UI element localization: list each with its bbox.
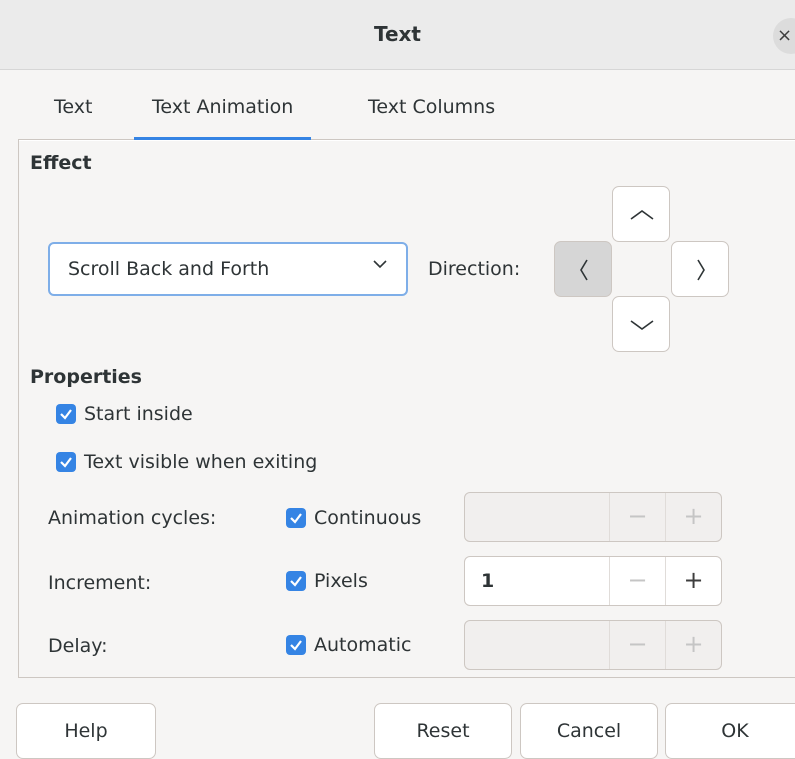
minus-icon[interactable]: −	[609, 493, 665, 541]
automatic-label: Automatic	[314, 634, 412, 656]
tab-text[interactable]: Text	[54, 96, 92, 118]
properties-heading: Properties	[30, 366, 142, 388]
plus-icon[interactable]: +	[665, 493, 721, 541]
title-bar: Text ×	[0, 0, 795, 70]
text-visible-label: Text visible when exiting	[84, 451, 318, 473]
continuous-checkbox[interactable]: Continuous	[286, 507, 421, 529]
animation-cycles-label: Animation cycles:	[48, 507, 217, 529]
direction-down-button[interactable]	[612, 296, 670, 352]
tab-text-animation[interactable]: Text Animation	[133, 96, 312, 140]
chevron-right-icon	[697, 259, 705, 281]
checkbox-checked[interactable]	[286, 571, 306, 591]
checkbox-checked[interactable]	[56, 452, 76, 472]
pixels-checkbox[interactable]: Pixels	[286, 570, 368, 592]
plus-icon[interactable]: +	[665, 621, 721, 669]
close-icon: ×	[777, 25, 793, 46]
chevron-down-icon	[373, 260, 387, 269]
minus-icon[interactable]: −	[609, 621, 665, 669]
effect-heading: Effect	[30, 152, 92, 174]
close-button[interactable]: ×	[773, 18, 795, 54]
start-inside-checkbox[interactable]: Start inside	[56, 403, 193, 425]
dialog-title: Text	[373, 22, 421, 46]
help-button[interactable]: Help	[16, 703, 156, 759]
automatic-checkbox[interactable]: Automatic	[286, 634, 411, 656]
checkmark-icon	[290, 513, 302, 524]
checkmark-icon	[60, 457, 72, 468]
tab-text-columns[interactable]: Text Columns	[368, 96, 495, 118]
cancel-button[interactable]: Cancel	[520, 703, 658, 759]
direction-right-button[interactable]	[671, 241, 729, 297]
checkbox-checked[interactable]	[56, 404, 76, 424]
chevron-up-icon	[630, 210, 654, 220]
increment-spinbox[interactable]: 1 − +	[464, 556, 722, 606]
effect-dropdown[interactable]: Scroll Back and Forth	[48, 242, 408, 296]
minus-icon[interactable]: −	[609, 557, 665, 605]
direction-left-button[interactable]	[554, 241, 612, 297]
delay-spinbox[interactable]: − +	[464, 620, 722, 670]
checkmark-icon	[290, 640, 302, 651]
reset-button[interactable]: Reset	[374, 703, 512, 759]
increment-value[interactable]: 1	[481, 570, 494, 592]
delay-label: Delay:	[48, 635, 108, 657]
checkbox-checked[interactable]	[286, 508, 306, 528]
direction-up-button[interactable]	[612, 186, 670, 242]
checkbox-checked[interactable]	[286, 635, 306, 655]
checkmark-icon	[290, 576, 302, 587]
text-visible-checkbox[interactable]: Text visible when exiting	[56, 451, 317, 473]
ok-button[interactable]: OK	[665, 703, 795, 759]
pixels-label: Pixels	[314, 570, 368, 592]
increment-label: Increment:	[48, 572, 152, 594]
checkmark-icon	[60, 409, 72, 420]
start-inside-label: Start inside	[84, 403, 193, 425]
animation-cycles-spinbox[interactable]: − +	[464, 492, 722, 542]
tab-bar: Text Text Animation Text Columns	[18, 84, 795, 140]
direction-label: Direction:	[428, 258, 521, 280]
chevron-left-icon	[580, 259, 588, 281]
chevron-down-icon	[630, 320, 654, 330]
plus-icon[interactable]: +	[665, 557, 721, 605]
effect-dropdown-value: Scroll Back and Forth	[68, 258, 270, 280]
continuous-label: Continuous	[314, 507, 422, 529]
